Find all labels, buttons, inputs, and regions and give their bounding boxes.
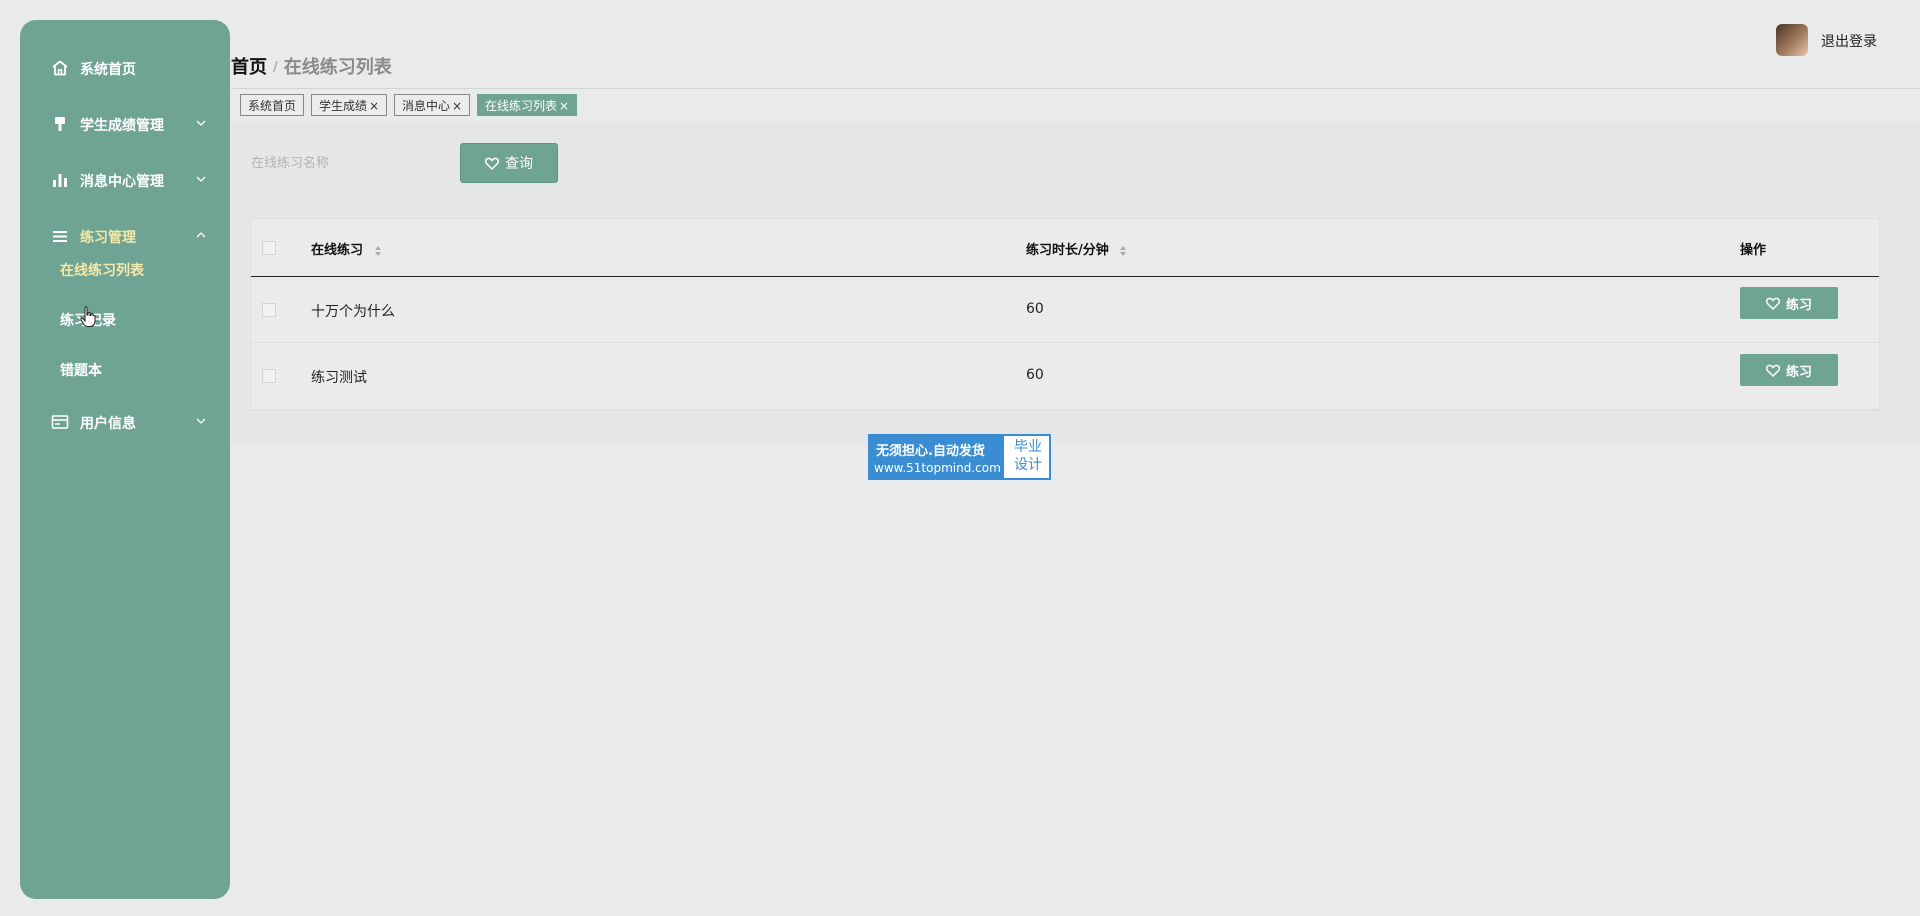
breadcrumb: 首页 / 在线练习列表: [231, 53, 392, 79]
watermark-right-line1: 毕业: [1014, 439, 1042, 455]
practice-button[interactable]: 练习: [1740, 354, 1838, 386]
sidebar-item-label: 系统首页: [80, 62, 136, 78]
practice-button-label: 练习: [1785, 364, 1812, 380]
close-icon[interactable]: ×: [369, 99, 379, 113]
practice-name: 练习测试: [311, 370, 367, 386]
sidebar-item-home[interactable]: 系统首页: [20, 48, 230, 88]
watermark-line1: 无须担心.自动发货: [876, 444, 985, 459]
table-row: 十万个为什么 60 练习: [251, 276, 1879, 343]
watermark-left: 无须担心.自动发货 www.51topmind.com: [870, 436, 1004, 478]
tag-label: 学生成绩: [319, 99, 368, 113]
sidebar-item-user-info[interactable]: 用户信息: [20, 402, 230, 442]
practice-duration: 60: [1026, 301, 1044, 317]
hand-cursor-icon: [80, 306, 96, 327]
tag-label: 在线练习列表: [485, 99, 558, 113]
heart-icon: [1765, 297, 1780, 310]
tag-home[interactable]: 系统首页: [240, 94, 305, 116]
chevron-down-icon: [196, 418, 206, 424]
chevron-up-icon: [196, 232, 206, 238]
sidebar-item-scores[interactable]: 学生成绩管理: [20, 104, 230, 144]
practice-button[interactable]: 练习: [1740, 287, 1838, 319]
tag-message-center[interactable]: 消息中心 ×: [394, 94, 471, 116]
home-icon: [52, 60, 68, 76]
brush-icon: [55, 117, 65, 131]
watermark-right: 毕业 设计: [1008, 438, 1048, 474]
practice-table: 在线练习 练习时长/分钟 操作 十万个为什么 60 练习 练习测试 60 练习: [250, 218, 1880, 411]
sidebar-item-label: 学生成绩管理: [80, 118, 164, 134]
heart-icon: [1765, 364, 1780, 377]
tag-online-practice-list[interactable]: 在线练习列表 ×: [477, 94, 578, 116]
table-header: 在线练习 练习时长/分钟 操作: [251, 219, 1879, 277]
avatar[interactable]: [1776, 24, 1808, 56]
column-header-label: 练习时长/分钟: [1026, 243, 1109, 258]
chevron-down-icon: [196, 120, 206, 126]
sort-icon: [374, 245, 381, 256]
heart-icon: [485, 157, 499, 170]
breadcrumb-home[interactable]: 首页: [231, 57, 267, 78]
select-all-checkbox[interactable]: [262, 241, 276, 255]
sidebar-subitem-online-practice[interactable]: 在线练习列表: [60, 260, 144, 280]
search-button[interactable]: 查询: [460, 143, 558, 183]
tag-student-scores[interactable]: 学生成绩 ×: [311, 94, 388, 116]
tag-label: 消息中心: [402, 99, 451, 113]
practice-duration: 60: [1026, 367, 1044, 383]
sort-icon: [1120, 245, 1127, 256]
watermark-url: www.51topmind.com: [874, 461, 1001, 475]
row-checkbox[interactable]: [262, 369, 276, 383]
breadcrumb-separator: /: [273, 60, 278, 75]
sidebar-item-messages[interactable]: 消息中心管理: [20, 160, 230, 200]
row-checkbox[interactable]: [262, 303, 276, 317]
column-header-practice[interactable]: 在线练习: [311, 239, 382, 258]
column-header-label: 在线练习: [311, 243, 364, 258]
sidebar: 系统首页 学生成绩管理 消息中心管理 练习管理 在线练习列表 练习记录 错题本: [20, 20, 230, 899]
column-header-duration[interactable]: 练习时长/分钟: [1026, 239, 1127, 258]
sidebar-item-label: 用户信息: [80, 416, 136, 432]
close-icon[interactable]: ×: [559, 99, 569, 113]
tag-label: 系统首页: [248, 99, 297, 113]
search-button-label: 查询: [505, 156, 533, 172]
table-row: 练习测试 60 练习: [251, 343, 1879, 410]
column-header-actions: 操作: [1740, 243, 1767, 258]
chevron-down-icon: [196, 176, 206, 182]
sidebar-item-label: 消息中心管理: [80, 174, 164, 190]
practice-name: 十万个为什么: [311, 304, 395, 320]
card-icon: [51, 415, 69, 429]
sidebar-item-practice[interactable]: 练习管理: [20, 216, 230, 256]
logout-link[interactable]: 退出登录: [1821, 31, 1877, 51]
search-input[interactable]: [241, 144, 446, 182]
breadcrumb-current: 在线练习列表: [283, 57, 392, 78]
practice-button-label: 练习: [1785, 297, 1812, 313]
sidebar-item-label: 练习管理: [80, 230, 136, 246]
tags-bar: 系统首页 学生成绩 × 消息中心 × 在线练习列表 ×: [231, 88, 1920, 124]
watermark-right-line2: 设计: [1014, 457, 1042, 473]
watermark-badge: 无须担心.自动发货 www.51topmind.com 毕业 设计: [868, 434, 1051, 480]
close-icon[interactable]: ×: [452, 99, 462, 113]
sidebar-subitem-wrong-questions[interactable]: 错题本: [60, 360, 102, 380]
bar-chart-icon: [53, 174, 67, 187]
list-icon: [53, 231, 67, 242]
